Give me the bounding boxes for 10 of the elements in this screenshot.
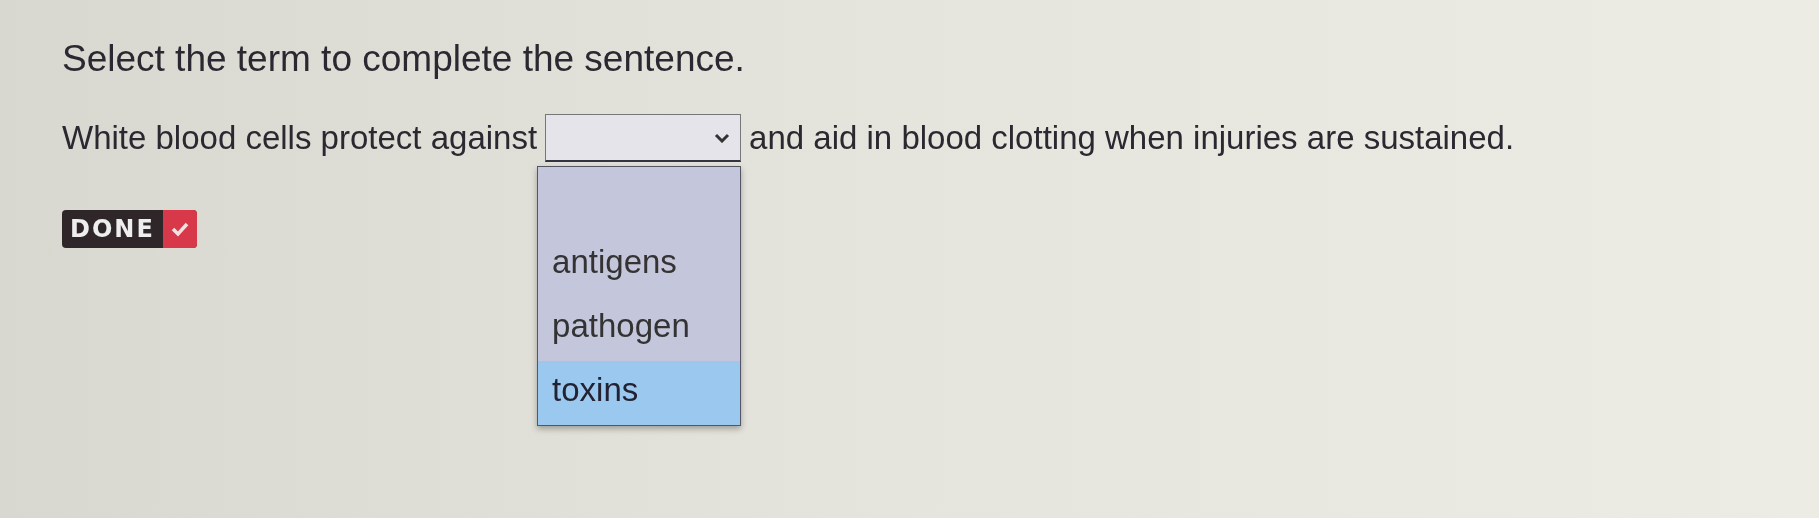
dropdown-option[interactable]: toxins: [538, 361, 741, 425]
dropdown-option[interactable]: antigens: [538, 233, 741, 297]
dropdown-option[interactable]: pathogen: [538, 297, 741, 361]
sentence-text: White blood cells protect against: [62, 119, 538, 157]
sentence-text: and aid in blood clotting when injuries are sustained.: [749, 119, 1515, 157]
check-icon: [169, 221, 190, 237]
instruction-text: Select the term to complete the sentence.: [62, 38, 746, 80]
chevron-down-icon: [714, 132, 731, 143]
done-button[interactable]: DONE: [62, 210, 197, 248]
answer-dropdown[interactable]: [545, 114, 742, 162]
